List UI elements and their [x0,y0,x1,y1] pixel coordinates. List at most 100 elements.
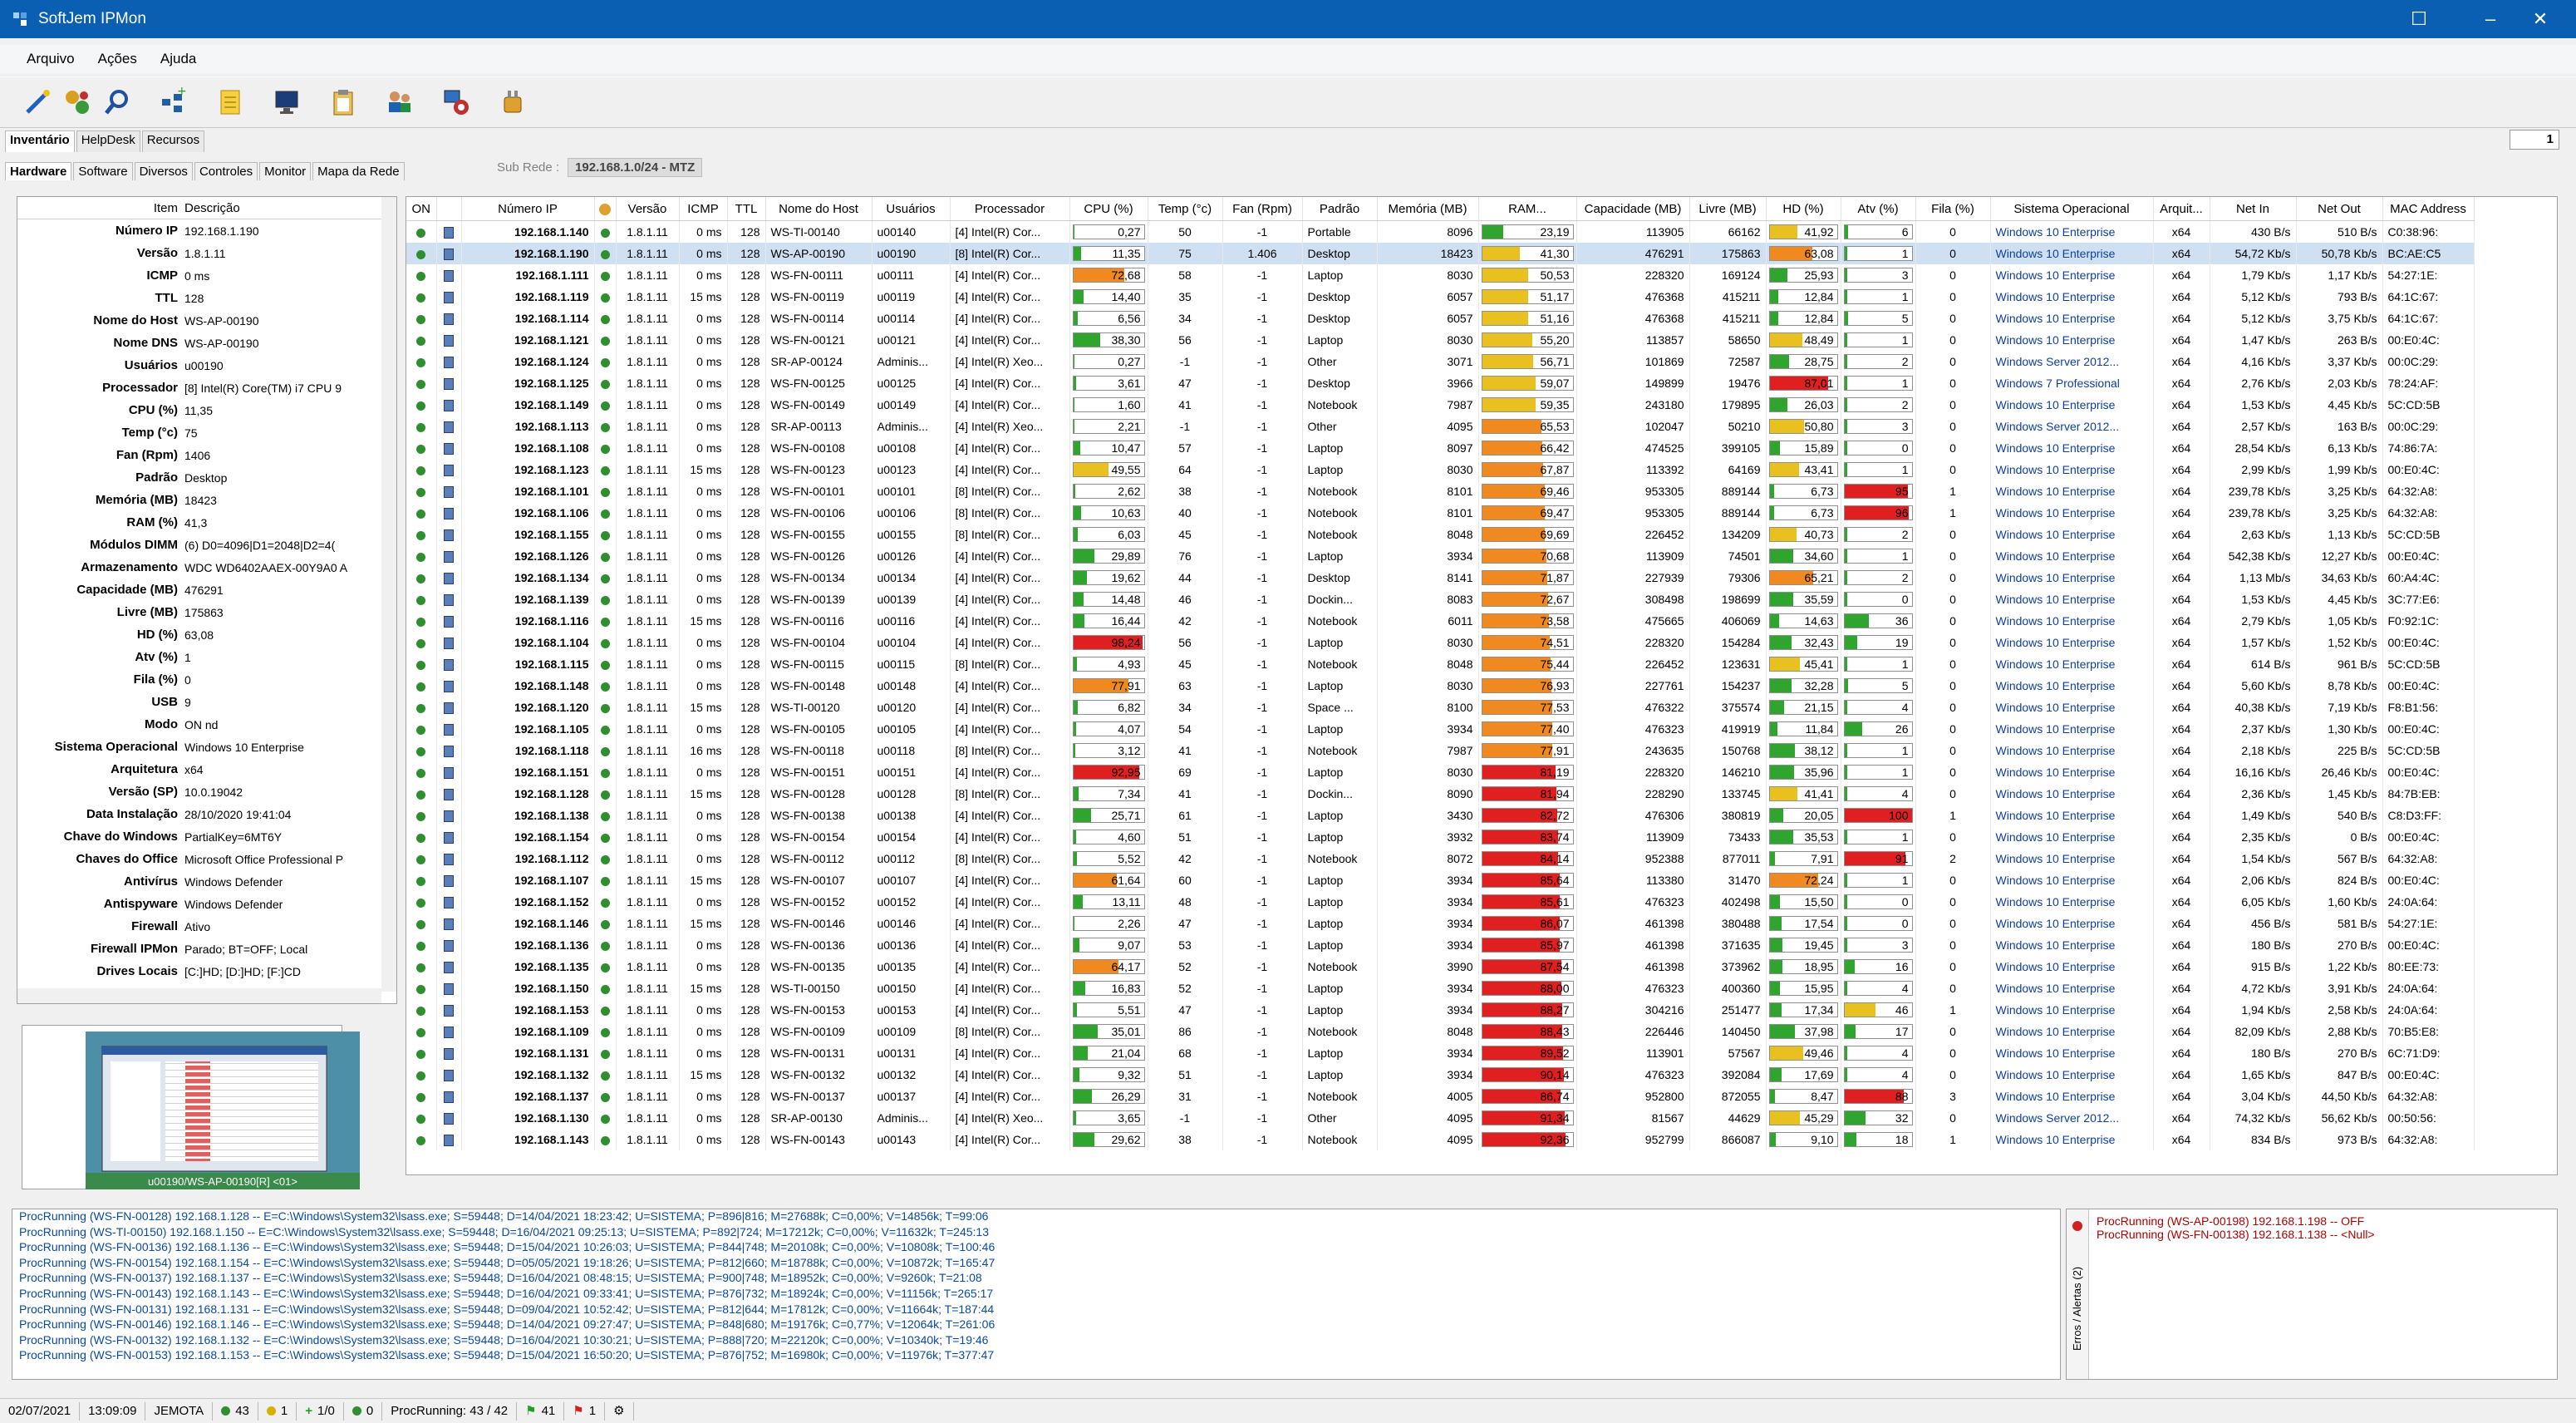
details-row[interactable]: Chave do Windows PartialKey=6MT6Y [17,825,396,848]
table-row[interactable]: 192.168.1.128 1.8.1.11 15 ms 128 WS-FN-00128… [406,783,2475,805]
table-row[interactable]: 192.168.1.153 1.8.1.11 0 ms 128 WS-FN-00153 u… [406,999,2475,1021]
tab-inventario[interactable]: Inventário [5,130,75,152]
details-row[interactable]: TTL 128 [17,287,396,309]
grid-column-header[interactable]: Nome do Host [765,197,873,221]
menu-acoes[interactable]: Ações [98,51,137,67]
close-button[interactable]: ✕ [2505,0,2576,38]
details-row[interactable]: Firewall IPMon Parado; BT=OFF; Local [17,938,396,960]
details-row[interactable]: Nome DNS WS-AP-00190 [17,332,396,354]
table-row[interactable]: 192.168.1.137 1.8.1.11 0 ms 128 WS-FN-00137 u… [406,1086,2475,1107]
table-row[interactable]: 192.168.1.140 1.8.1.11 0 ms 128 WS-TI-00140 u… [406,220,2475,243]
network-settings-icon[interactable] [437,83,475,121]
users-icon[interactable] [381,83,419,121]
grid-column-header[interactable] [594,197,617,221]
details-row[interactable]: Fila (%) 0 [17,668,396,691]
grid-column-header[interactable] [436,197,462,221]
table-row[interactable]: 192.168.1.151 1.8.1.11 0 ms 128 WS-FN-00151 u… [406,761,2475,783]
details-row[interactable]: Padrão Desktop [17,466,396,489]
tree-add-icon[interactable]: + [155,83,193,121]
tab-diversos[interactable]: Diversos [134,162,193,180]
table-row[interactable]: 192.168.1.190 1.8.1.11 0 ms 128 WS-AP-00190 u… [406,243,2475,264]
details-row[interactable]: Livre (MB) 175863 [17,601,396,623]
table-row[interactable]: 192.168.1.124 1.8.1.11 0 ms 128 SR-AP-00124 A… [406,351,2475,372]
table-row[interactable]: 192.168.1.104 1.8.1.11 0 ms 128 WS-FN-00104 u… [406,632,2475,653]
details-row[interactable]: Nome do Host WS-AP-00190 [17,309,396,332]
grid-column-header[interactable]: Sistema Operacional [1990,197,2154,221]
details-row[interactable]: ICMP 0 ms [17,264,396,287]
network-nodes-icon[interactable] [58,83,96,121]
table-row[interactable]: 192.168.1.120 1.8.1.11 15 ms 128 WS-TI-00120… [406,697,2475,718]
table-row[interactable]: 192.168.1.149 1.8.1.11 0 ms 128 WS-FN-00149 u… [406,394,2475,416]
table-row[interactable]: 192.168.1.134 1.8.1.11 0 ms 128 WS-FN-00134 u… [406,567,2475,588]
tab-mapa-da-rede[interactable]: Mapa da Rede [312,162,405,180]
grid-column-header[interactable]: Fan (Rpm) [1222,197,1303,221]
subnet-value[interactable]: 192.168.1.0/24 - MTZ [568,157,703,177]
menu-arquivo[interactable]: Arquivo [27,51,75,67]
table-row[interactable]: 192.168.1.116 1.8.1.11 15 ms 128 WS-FN-00116… [406,610,2475,632]
grid-column-header[interactable]: Arquit... [2153,197,2210,221]
details-row[interactable]: Arquitetura x64 [17,758,396,780]
table-row[interactable]: 192.168.1.136 1.8.1.11 0 ms 128 WS-FN-00136 u… [406,934,2475,956]
table-row[interactable]: 192.168.1.123 1.8.1.11 15 ms 128 WS-FN-00123… [406,459,2475,480]
table-row[interactable]: 192.168.1.115 1.8.1.11 0 ms 128 WS-FN-00115 u… [406,653,2475,675]
details-row[interactable]: Armazenamento WDC WD6402AAEX-00Y9A0 A [17,556,396,579]
tab-hardware[interactable]: Hardware [5,162,72,180]
table-row[interactable]: 192.168.1.107 1.8.1.11 15 ms 128 WS-FN-00107… [406,869,2475,891]
grid-column-header[interactable]: TTL [727,197,766,221]
grid-column-header[interactable]: Livre (MB) [1689,197,1767,221]
table-row[interactable]: 192.168.1.139 1.8.1.11 0 ms 128 WS-FN-00139 u… [406,588,2475,610]
table-row[interactable]: 192.168.1.126 1.8.1.11 0 ms 128 WS-FN-00126 u… [406,545,2475,567]
table-row[interactable]: 192.168.1.113 1.8.1.11 0 ms 128 SR-AP-00113 A… [406,416,2475,437]
grid-column-header[interactable]: Temp (°c) [1148,197,1223,221]
details-row[interactable]: Firewall Ativo [17,915,396,938]
plugin-icon[interactable] [494,83,532,121]
grid-column-header[interactable]: Net In [2210,197,2297,221]
details-row[interactable]: Modo ON nd [17,713,396,736]
table-row[interactable]: 192.168.1.106 1.8.1.11 0 ms 128 WS-FN-00106 u… [406,502,2475,524]
maximize-button[interactable]: ☐ [2383,0,2455,38]
screen-thumbnail[interactable]: u00190/WS-AP-00190[R] <01> [86,1032,360,1189]
details-row[interactable]: Memória (MB) 18423 [17,489,396,511]
grid-column-header[interactable]: ICMP [679,197,728,221]
grid-column-header[interactable]: HD (%) [1766,197,1841,221]
table-row[interactable]: 192.168.1.118 1.8.1.11 16 ms 128 WS-FN-00118… [406,740,2475,761]
tab-recursos[interactable]: Recursos [141,130,205,152]
details-row[interactable]: Módulos DIMM (6) D0=4096|D1=2048|D2=4( [17,534,396,556]
grid-column-header[interactable]: MAC Address [2382,197,2475,221]
table-row[interactable]: 192.168.1.143 1.8.1.11 0 ms 128 WS-FN-00143 u… [406,1129,2475,1150]
details-row[interactable]: Chaves do Office Microsoft Office Profess… [17,848,396,870]
table-row[interactable]: 192.168.1.101 1.8.1.11 0 ms 128 WS-FN-00101 u… [406,480,2475,502]
tab-monitor[interactable]: Monitor [259,162,312,180]
table-row[interactable]: 192.168.1.125 1.8.1.11 0 ms 128 WS-FN-00125 u… [406,372,2475,394]
grid-column-header[interactable]: Net Out [2296,197,2383,221]
details-row[interactable]: Usuários u00190 [17,354,396,377]
grid-column-header[interactable]: Processador [950,197,1070,221]
grid-column-header[interactable]: Versão [616,197,680,221]
errors-tab[interactable]: Erros / Alertas (2) [2067,1209,2089,1379]
details-row[interactable]: CPU (%) 11,35 [17,399,396,421]
grid-column-header[interactable]: CPU (%) [1069,197,1148,221]
page-number[interactable]: 1 [2510,130,2559,150]
table-row[interactable]: 192.168.1.119 1.8.1.11 15 ms 128 WS-FN-00119… [406,286,2475,308]
clipboard-icon[interactable] [324,83,362,121]
details-row[interactable]: Atv (%) 1 [17,646,396,668]
details-row[interactable]: Drives Locais [C:]HD; [D:]HD; [F:]CD [17,960,396,982]
details-row[interactable]: HD (%) 63,08 [17,623,396,646]
details-row[interactable]: Antispyware Windows Defender [17,893,396,915]
grid-column-header[interactable]: ON [406,197,437,221]
table-row[interactable]: 192.168.1.148 1.8.1.11 0 ms 128 WS-FN-00148 u… [406,675,2475,697]
table-row[interactable]: 192.168.1.112 1.8.1.11 0 ms 128 WS-FN-00112 u… [406,848,2475,869]
magnifier-icon[interactable] [98,83,136,121]
grid-column-header[interactable]: Usuários [872,197,951,221]
details-row[interactable]: Data Instalação 28/10/2020 19:41:04 [17,803,396,825]
table-row[interactable]: 192.168.1.130 1.8.1.11 0 ms 128 SR-AP-00130 A… [406,1107,2475,1129]
wand-icon[interactable] [18,83,57,121]
details-row[interactable]: Processador [8] Intel(R) Core(TM) i7 CPU … [17,377,396,399]
tab-controles[interactable]: Controles [194,162,258,180]
tab-helpdesk[interactable]: HelpDesk [76,130,140,152]
details-hscrollbar[interactable] [17,988,381,1003]
details-row[interactable]: Número IP 192.168.1.190 [17,219,396,242]
details-row[interactable]: Versão 1.8.1.11 [17,242,396,264]
details-row[interactable]: Fan (Rpm) 1406 [17,444,396,466]
table-row[interactable]: 192.168.1.152 1.8.1.11 0 ms 128 WS-FN-00152 u… [406,891,2475,913]
